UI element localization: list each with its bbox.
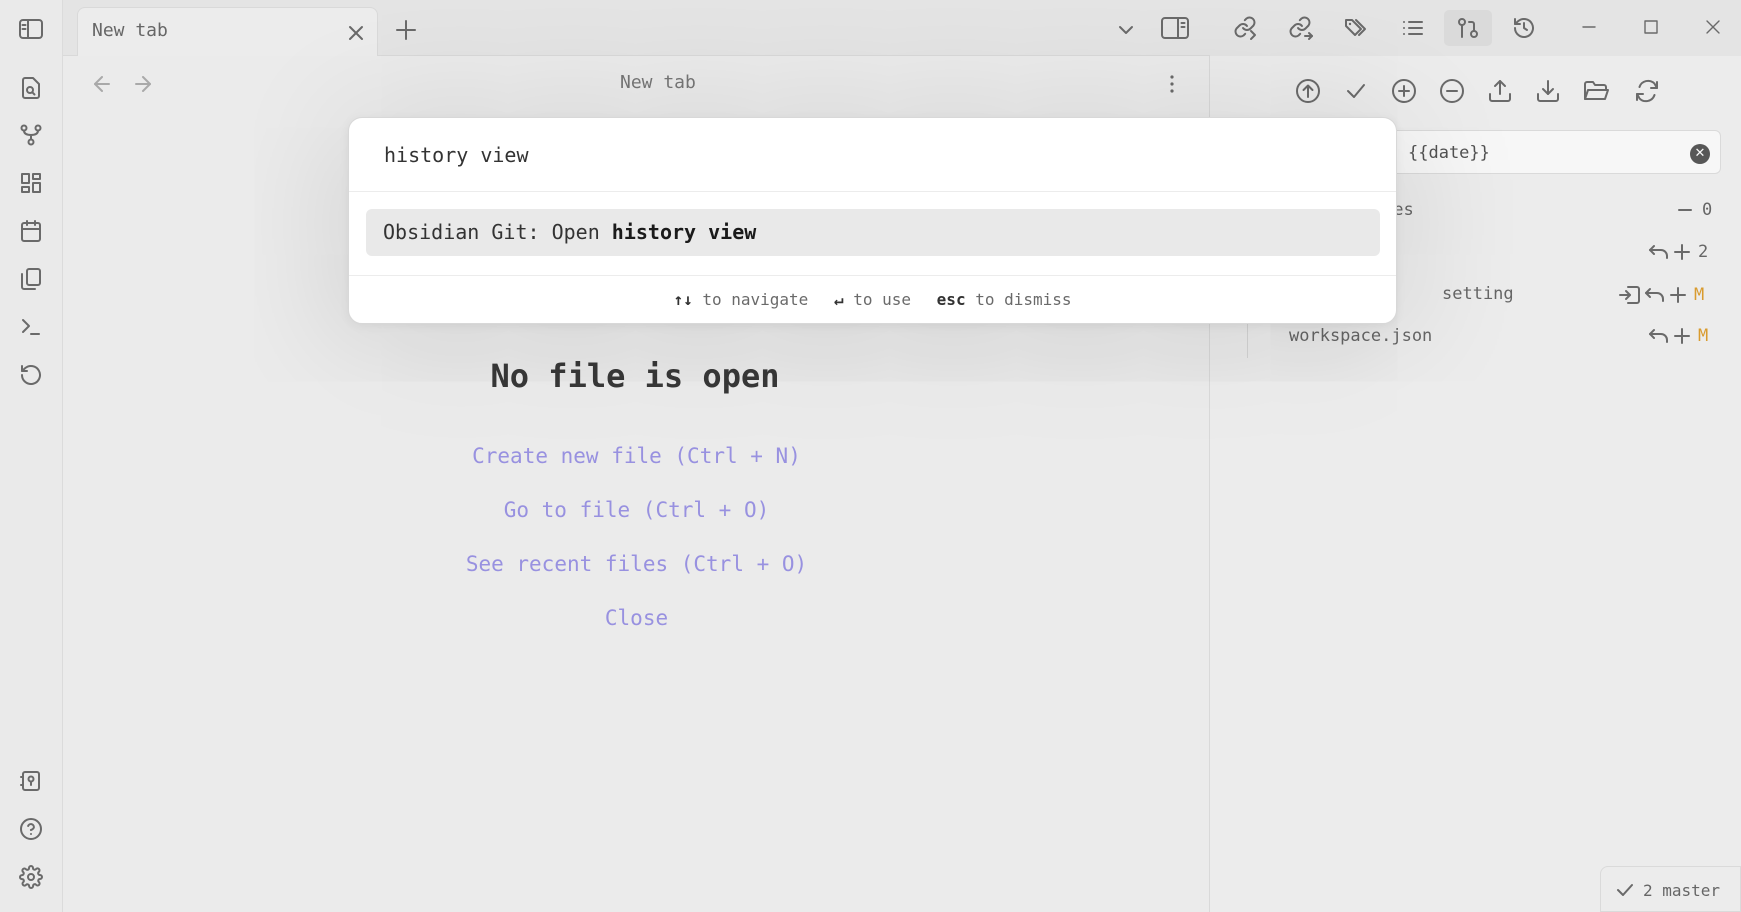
command-suggestion-match: history view: [611, 220, 757, 244]
command-suggestion-item[interactable]: Obsidian Git: Open history view: [366, 209, 1380, 256]
use-hint: to use: [853, 290, 912, 309]
esc-key-hint: esc: [936, 290, 966, 309]
navigate-key-hint: ↑↓: [673, 290, 693, 309]
command-search-input[interactable]: [349, 118, 1396, 192]
dismiss-hint: to dismiss: [975, 290, 1072, 309]
command-suggestion-prefix: Obsidian Git: Open: [383, 220, 612, 244]
palette-instructions: ↑↓ to navigate ↵ to use esc to dismiss: [349, 275, 1396, 325]
command-palette: Obsidian Git: Open history view ↑↓ to na…: [348, 117, 1397, 324]
enter-key-hint: ↵: [833, 290, 844, 309]
navigate-hint: to navigate: [702, 290, 809, 309]
